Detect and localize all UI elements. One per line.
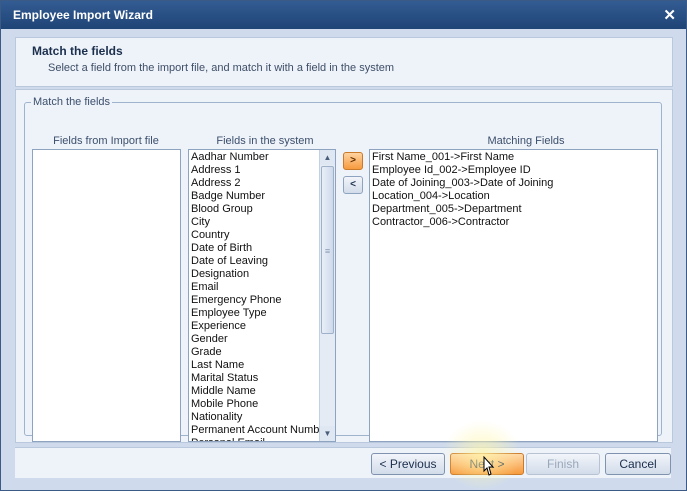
system-field-item[interactable]: Email <box>191 281 335 294</box>
system-field-item[interactable]: Middle Name <box>191 385 335 398</box>
remove-match-button[interactable]: < <box>343 176 363 194</box>
system-field-item[interactable]: Address 1 <box>191 164 335 177</box>
import-file-column-header: Fields from Import file <box>53 135 159 147</box>
match-fields-group: Match the fields Fields from Import file… <box>24 96 662 442</box>
scroll-down-icon[interactable]: ▼ <box>320 426 335 441</box>
matching-field-item[interactable]: Location_004->Location <box>372 190 657 203</box>
close-icon[interactable]: ✕ <box>663 6 676 24</box>
system-field-item[interactable]: Badge Number <box>191 190 335 203</box>
system-field-item[interactable]: Mobile Phone <box>191 398 335 411</box>
cancel-button[interactable]: Cancel <box>605 453 671 475</box>
matching-fields-list[interactable]: First Name_001->First Name Employee Id_00… <box>369 149 658 442</box>
system-column-header: Fields in the system <box>216 135 314 147</box>
system-field-item[interactable]: Designation <box>191 268 335 281</box>
matching-field-item[interactable]: Employee Id_002->Employee ID <box>372 164 657 177</box>
import-wizard-window: Employee Import Wizard ✕ Match the field… <box>0 0 687 491</box>
system-field-item[interactable]: Employee Type <box>191 307 335 320</box>
add-match-button[interactable]: > <box>343 152 363 170</box>
system-field-item[interactable]: City <box>191 216 335 229</box>
system-field-item[interactable]: Aadhar Number <box>191 151 335 164</box>
matching-field-item[interactable]: Contractor_006->Contractor <box>372 216 657 229</box>
scroll-up-icon[interactable]: ▲ <box>320 150 335 165</box>
import-fields-list[interactable] <box>32 149 181 442</box>
wizard-body: Match the fields Fields from Import file… <box>15 89 673 443</box>
matching-field-item[interactable]: Department_005->Department <box>372 203 657 216</box>
system-field-item[interactable]: Personal Email <box>191 437 335 441</box>
wizard-header: Match the fields Select a field from the… <box>15 37 673 87</box>
system-field-item[interactable]: Date of Birth <box>191 242 335 255</box>
system-field-item[interactable]: Address 2 <box>191 177 335 190</box>
step-subtitle: Select a field from the import file, and… <box>48 62 395 74</box>
system-field-item[interactable]: Gender <box>191 333 335 346</box>
previous-button[interactable]: < Previous <box>371 453 445 475</box>
system-list-scrollbar[interactable]: ▲ ≡ ▼ <box>319 150 335 441</box>
system-field-item[interactable]: Grade <box>191 346 335 359</box>
system-field-item[interactable]: Date of Leaving <box>191 255 335 268</box>
scroll-thumb[interactable]: ≡ <box>321 166 334 334</box>
group-legend: Match the fields <box>33 96 111 108</box>
finish-button[interactable]: Finish <box>526 453 600 475</box>
system-field-item[interactable]: Emergency Phone <box>191 294 335 307</box>
mouse-pointer-icon <box>483 456 495 476</box>
matching-field-item[interactable]: Date of Joining_003->Date of Joining <box>372 177 657 190</box>
system-field-item[interactable]: Nationality <box>191 411 335 424</box>
window-title: Employee Import Wizard <box>13 8 153 22</box>
step-title: Match the fields <box>32 44 123 58</box>
system-field-item[interactable]: Experience <box>191 320 335 333</box>
system-field-item[interactable]: Permanent Account Numbe <box>191 424 335 437</box>
system-field-item[interactable]: Last Name <box>191 359 335 372</box>
matching-column-header: Matching Fields <box>487 135 565 147</box>
wizard-footer: < Previous Next > Finish Cancel <box>15 447 671 478</box>
system-field-item[interactable]: Blood Group <box>191 203 335 216</box>
system-fields-list[interactable]: Aadhar Number Address 1 Address 2 Badge Num… <box>188 149 336 442</box>
system-field-item[interactable]: Marital Status <box>191 372 335 385</box>
title-bar: Employee Import Wizard ✕ <box>1 1 686 29</box>
matching-field-item[interactable]: First Name_001->First Name <box>372 151 657 164</box>
system-field-item[interactable]: Country <box>191 229 335 242</box>
